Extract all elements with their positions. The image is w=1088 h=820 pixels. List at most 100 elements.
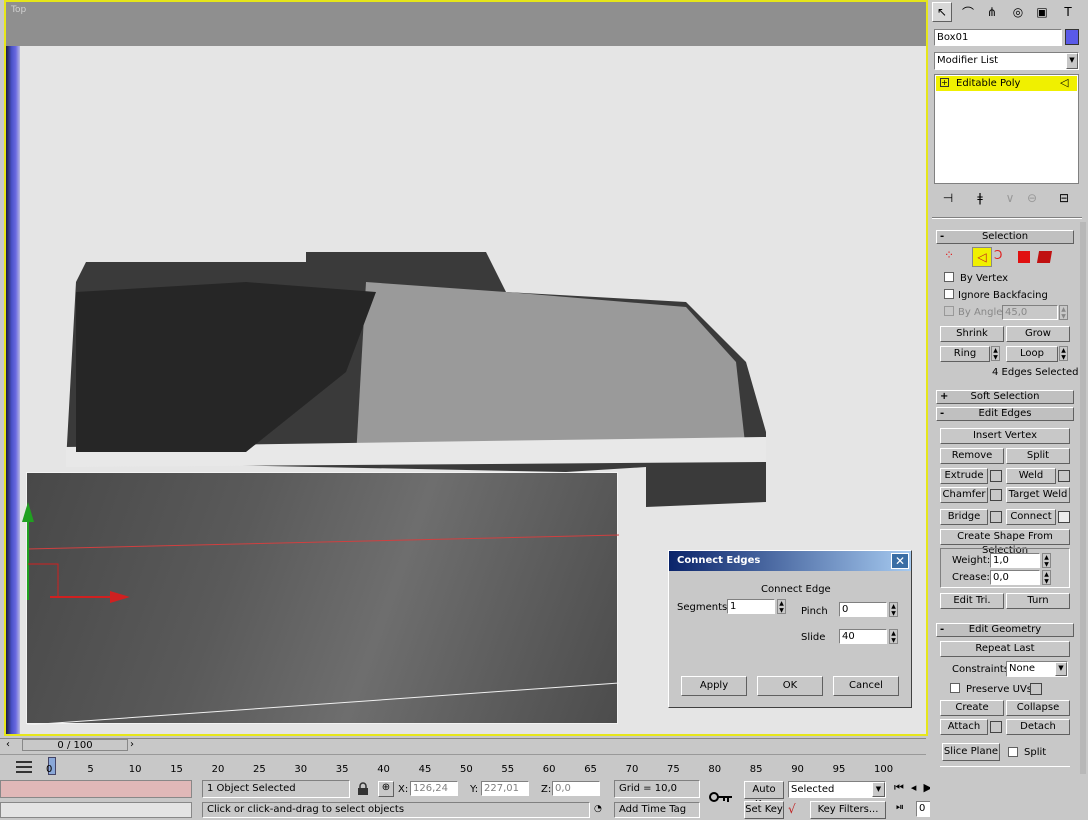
panel-scrollbar[interactable] xyxy=(1080,222,1086,774)
pin-stack-icon[interactable]: ⊣ xyxy=(938,188,958,208)
key-icon[interactable] xyxy=(708,788,734,806)
edit-edges-rollout-header[interactable]: - Edit Edges xyxy=(936,407,1074,421)
transform-gizmo[interactable] xyxy=(20,482,140,612)
close-icon[interactable]: ✕ xyxy=(891,553,909,569)
modify-tab-icon[interactable]: ⌒ xyxy=(958,2,978,22)
maxscript-listener[interactable] xyxy=(0,780,192,798)
extrude-button[interactable]: Extrude xyxy=(940,468,988,484)
remove-button[interactable]: Remove xyxy=(940,448,1004,464)
ring-spinner[interactable]: ▲ ▼ xyxy=(991,346,1000,361)
weld-button[interactable]: Weld xyxy=(1006,468,1056,484)
preserve-uvs-checkbox[interactable] xyxy=(950,683,960,693)
by-vertex-checkbox[interactable] xyxy=(944,272,954,282)
border-mode-icon[interactable]: Ɔ xyxy=(994,248,1010,266)
attach-settings-icon[interactable] xyxy=(990,721,1002,733)
turn-button[interactable]: Turn xyxy=(1006,593,1070,609)
x-coordinate-field[interactable]: 126,24 xyxy=(410,781,458,796)
timeline-ruler[interactable]: 0 5 10 15 20 25 30 35 40 45 50 55 60 65 70 75 80 85 90 95 10… xyxy=(0,754,926,776)
collapse-button[interactable]: Collapse xyxy=(1006,700,1070,716)
utilities-tab-icon[interactable]: T xyxy=(1058,2,1078,22)
bridge-button[interactable]: Bridge xyxy=(940,509,988,525)
split-button[interactable]: Split xyxy=(1006,448,1070,464)
segments-spinner[interactable]: ▲ ▼ xyxy=(777,599,786,614)
target-weld-button[interactable]: Target Weld xyxy=(1006,487,1070,503)
by-angle-field[interactable]: 45,0 xyxy=(1002,305,1058,320)
weld-settings-icon[interactable] xyxy=(1058,470,1070,482)
expand-icon[interactable]: + xyxy=(940,78,949,87)
bridge-settings-icon[interactable] xyxy=(990,511,1002,523)
attach-button[interactable]: Attach xyxy=(940,719,988,735)
selection-rollout-header[interactable]: - Selection xyxy=(936,230,1074,244)
shrink-button[interactable]: Shrink xyxy=(940,326,1004,342)
chevron-down-icon[interactable]: ▼ xyxy=(1066,53,1078,69)
vertex-mode-icon[interactable]: ⁘ xyxy=(944,248,964,266)
weight-spinner[interactable]: ▲ ▼ xyxy=(1042,553,1051,568)
insert-vertex-button[interactable]: Insert Vertex xyxy=(940,428,1070,444)
ok-button[interactable]: OK xyxy=(757,676,823,696)
edge-mode-icon[interactable]: ◁ xyxy=(972,247,992,267)
soft-selection-rollout-header[interactable]: + Soft Selection xyxy=(936,390,1074,404)
object-color-swatch[interactable] xyxy=(1065,29,1079,45)
create-shape-button[interactable]: Create Shape From Selection xyxy=(940,529,1070,556)
time-slider-next-icon[interactable]: › xyxy=(130,739,134,750)
display-tab-icon[interactable]: ▣ xyxy=(1032,2,1052,22)
ring-button[interactable]: Ring xyxy=(940,346,990,362)
create-button[interactable]: Create xyxy=(940,700,1004,716)
chamfer-settings-icon[interactable] xyxy=(990,489,1002,501)
connect-settings-icon[interactable] xyxy=(1058,511,1070,523)
absolute-mode-icon[interactable]: ⊕ xyxy=(378,781,394,797)
auto-key-button[interactable]: Auto Key xyxy=(744,781,784,810)
z-coordinate-field[interactable]: 0,0 xyxy=(552,781,600,796)
crease-spinner[interactable]: ▲ ▼ xyxy=(1042,570,1051,585)
time-slider-prev-icon[interactable]: ‹ xyxy=(6,739,10,750)
add-time-tag-button[interactable]: Add Time Tag xyxy=(614,802,700,818)
object-name-field[interactable]: Box01 xyxy=(934,29,1062,46)
time-tag-icon[interactable]: ◔ xyxy=(594,804,608,816)
by-angle-checkbox[interactable] xyxy=(944,306,954,316)
dialog-title-bar[interactable]: Connect Edges xyxy=(669,551,911,571)
ignore-backfacing-checkbox[interactable] xyxy=(944,289,954,299)
y-coordinate-field[interactable]: 227,01 xyxy=(481,781,529,796)
maxscript-mini-listener[interactable] xyxy=(0,802,192,818)
make-unique-icon[interactable]: ∨ xyxy=(1000,188,1020,208)
show-end-result-icon[interactable]: ǂ xyxy=(970,188,990,208)
viewport-label[interactable]: Top xyxy=(11,5,26,15)
slice-plane-button[interactable]: Slice Plane xyxy=(942,743,1000,761)
pinch-spinner[interactable]: ▲ ▼ xyxy=(889,602,898,617)
chamfer-button[interactable]: Chamfer xyxy=(940,487,988,503)
element-mode-icon[interactable] xyxy=(1036,251,1053,263)
slide-spinner[interactable]: ▲ ▼ xyxy=(889,629,898,644)
connect-button[interactable]: Connect xyxy=(1006,509,1056,525)
repeat-last-button[interactable]: Repeat Last xyxy=(940,641,1070,657)
chevron-down-icon[interactable]: ▼ xyxy=(872,782,885,797)
extrude-settings-icon[interactable] xyxy=(990,470,1002,482)
key-filters-button[interactable]: Key Filters... xyxy=(810,801,886,819)
modifier-stack[interactable]: + Editable Poly ◁ xyxy=(934,74,1079,184)
hierarchy-tab-icon[interactable]: ⋔ xyxy=(982,2,1002,22)
apply-button[interactable]: Apply xyxy=(681,676,747,696)
loop-spinner[interactable]: ▲ ▼ xyxy=(1059,346,1068,361)
edit-geometry-rollout-header[interactable]: - Edit Geometry xyxy=(936,623,1074,637)
weight-field[interactable]: 1,0 xyxy=(990,553,1040,568)
remove-modifier-icon[interactable]: ⊖ xyxy=(1022,188,1042,208)
crease-field[interactable]: 0,0 xyxy=(990,570,1040,585)
go-to-start-icon[interactable]: ⏮ xyxy=(894,781,911,794)
grow-button[interactable]: Grow xyxy=(1006,326,1070,342)
time-slider-track[interactable]: ‹ › xyxy=(0,738,926,752)
motion-tab-icon[interactable]: ◎ xyxy=(1008,2,1028,22)
default-tangent-icon[interactable]: √ xyxy=(788,802,806,818)
configure-sets-icon[interactable]: ⊟ xyxy=(1054,188,1074,208)
chevron-down-icon[interactable]: ▼ xyxy=(1055,662,1067,676)
polygon-mode-icon[interactable] xyxy=(1018,251,1030,263)
create-tab-icon[interactable]: ↖ xyxy=(932,2,952,22)
key-mode-toggle-icon[interactable]: ⏯ xyxy=(896,802,912,816)
loop-button[interactable]: Loop xyxy=(1006,346,1058,362)
edit-tri-button[interactable]: Edit Tri. xyxy=(940,593,1004,609)
set-key-button[interactable]: Set Key xyxy=(744,801,784,819)
segments-field[interactable]: 1 xyxy=(727,599,775,614)
pinch-field[interactable]: 0 xyxy=(839,602,887,617)
stack-item-editable-poly[interactable]: + Editable Poly ◁ xyxy=(936,76,1077,91)
modifier-list-select[interactable]: Modifier List xyxy=(934,52,1079,70)
lock-selection-icon[interactable] xyxy=(356,782,370,796)
by-angle-spinner[interactable]: ▲ ▼ xyxy=(1059,305,1068,320)
